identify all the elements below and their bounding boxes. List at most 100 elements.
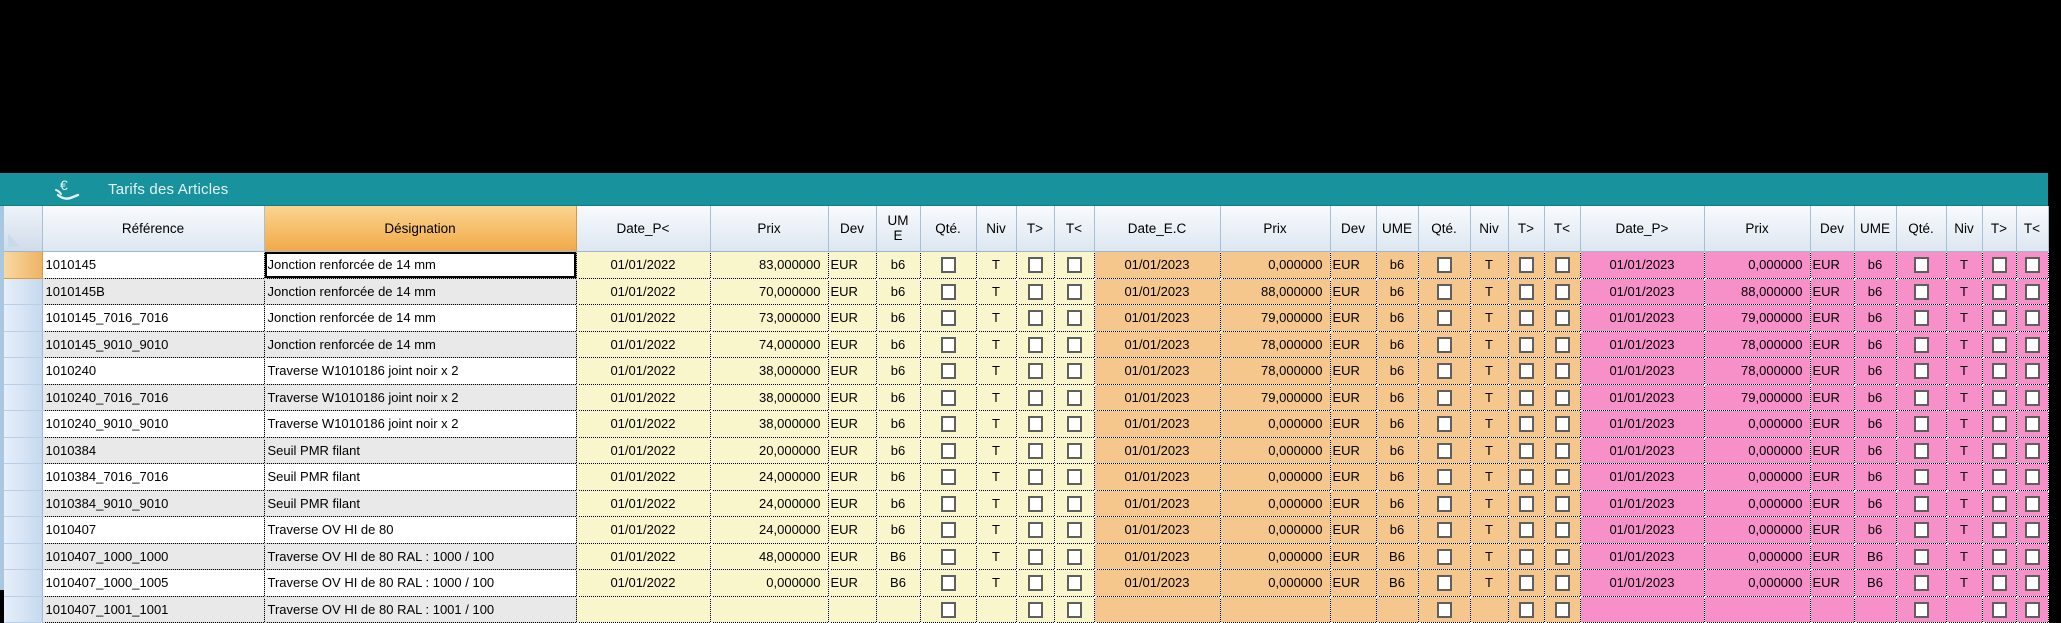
level-cell[interactable]: T <box>976 358 1016 385</box>
qty-checkbox[interactable] <box>941 602 956 618</box>
t-gt-checkbox[interactable] <box>1028 257 1043 273</box>
date-cell[interactable]: 01/01/2023 <box>1094 570 1220 597</box>
reference-cell[interactable]: 1010145 <box>42 252 264 279</box>
price-cell[interactable]: 83,000000 <box>710 252 828 279</box>
t-gt-checkbox[interactable] <box>1992 522 2007 538</box>
t-lt-checkbox[interactable] <box>2025 443 2040 459</box>
unit-cell[interactable] <box>1854 596 1896 623</box>
level-cell[interactable]: T <box>976 490 1016 517</box>
level-cell[interactable]: T <box>976 278 1016 305</box>
level-cell[interactable]: T <box>976 305 1016 332</box>
col-header-prix-3[interactable]: Prix <box>1704 206 1810 252</box>
col-header-qte-3[interactable]: Qté. <box>1896 206 1946 252</box>
t-lt-checkbox[interactable] <box>1555 496 1570 512</box>
qty-checkbox[interactable] <box>1437 257 1452 273</box>
currency-cell[interactable]: EUR <box>1810 490 1854 517</box>
col-header-t-lt-1[interactable]: T< <box>1054 206 1094 252</box>
col-header-qte-1[interactable]: Qté. <box>920 206 976 252</box>
col-header-niv-3[interactable]: Niv <box>1946 206 1982 252</box>
date-cell[interactable]: 01/01/2022 <box>576 464 710 491</box>
col-header-reference[interactable]: Référence <box>42 206 264 252</box>
t-lt-checkbox[interactable] <box>1555 443 1570 459</box>
level-cell[interactable]: T <box>976 437 1016 464</box>
date-cell[interactable]: 01/01/2023 <box>1580 570 1704 597</box>
price-cell[interactable] <box>1704 596 1810 623</box>
designation-cell[interactable]: Jonction renforcée de 14 mm <box>264 305 576 332</box>
level-cell[interactable]: T <box>1946 437 1982 464</box>
t-lt-checkbox[interactable] <box>1067 522 1082 538</box>
designation-cell[interactable]: Traverse W1010186 joint noir x 2 <box>264 358 576 385</box>
t-lt-checkbox[interactable] <box>1555 284 1570 300</box>
t-gt-checkbox[interactable] <box>1028 363 1043 379</box>
t-gt-checkbox[interactable] <box>1992 257 2007 273</box>
currency-cell[interactable]: EUR <box>1330 384 1376 411</box>
level-cell[interactable]: T <box>976 517 1016 544</box>
t-lt-checkbox[interactable] <box>2025 602 2040 618</box>
t-lt-checkbox[interactable] <box>1555 549 1570 565</box>
price-cell[interactable]: 0,000000 <box>1704 252 1810 279</box>
t-gt-checkbox[interactable] <box>1519 284 1534 300</box>
t-lt-checkbox[interactable] <box>2025 522 2040 538</box>
currency-cell[interactable]: EUR <box>1330 490 1376 517</box>
currency-cell[interactable]: EUR <box>828 517 876 544</box>
qty-checkbox[interactable] <box>1914 284 1929 300</box>
t-gt-checkbox[interactable] <box>1992 602 2007 618</box>
qty-checkbox[interactable] <box>1437 284 1452 300</box>
qty-checkbox[interactable] <box>1914 469 1929 485</box>
unit-cell[interactable]: b6 <box>1854 490 1896 517</box>
t-lt-checkbox[interactable] <box>1067 496 1082 512</box>
date-cell[interactable]: 01/01/2023 <box>1580 543 1704 570</box>
reference-cell[interactable]: 1010384_7016_7016 <box>42 464 264 491</box>
unit-cell[interactable]: b6 <box>1854 305 1896 332</box>
designation-cell[interactable]: Traverse W1010186 joint noir x 2 <box>264 411 576 438</box>
date-cell[interactable]: 01/01/2022 <box>576 305 710 332</box>
row-marker[interactable] <box>4 331 42 358</box>
date-cell[interactable]: 01/01/2022 <box>576 570 710 597</box>
level-cell[interactable]: T <box>1946 305 1982 332</box>
row-marker[interactable] <box>4 490 42 517</box>
currency-cell[interactable]: EUR <box>828 543 876 570</box>
price-cell[interactable]: 38,000000 <box>710 358 828 385</box>
col-header-dev-2[interactable]: Dev <box>1330 206 1376 252</box>
t-lt-checkbox[interactable] <box>1555 310 1570 326</box>
t-lt-checkbox[interactable] <box>1067 469 1082 485</box>
date-cell[interactable]: 01/01/2022 <box>576 331 710 358</box>
date-cell[interactable]: 01/01/2023 <box>1580 411 1704 438</box>
unit-cell[interactable]: b6 <box>1376 490 1418 517</box>
designation-cell[interactable]: Traverse OV HI de 80 RAL : 1001 / 100 <box>264 596 576 623</box>
col-header-ume-3[interactable]: UME <box>1854 206 1896 252</box>
price-cell[interactable]: 24,000000 <box>710 517 828 544</box>
col-header-dev-1[interactable]: Dev <box>828 206 876 252</box>
unit-cell[interactable]: b6 <box>1854 437 1896 464</box>
level-cell[interactable]: T <box>1470 411 1508 438</box>
currency-cell[interactable] <box>1330 596 1376 623</box>
price-cell[interactable]: 88,000000 <box>1220 278 1330 305</box>
row-marker[interactable] <box>4 517 42 544</box>
price-cell[interactable]: 79,000000 <box>1220 305 1330 332</box>
unit-cell[interactable]: b6 <box>876 411 920 438</box>
date-cell[interactable]: 01/01/2023 <box>1094 331 1220 358</box>
price-cell[interactable]: 0,000000 <box>1704 543 1810 570</box>
currency-cell[interactable] <box>1810 596 1854 623</box>
reference-cell[interactable]: 1010240 <box>42 358 264 385</box>
t-lt-checkbox[interactable] <box>2025 469 2040 485</box>
t-lt-checkbox[interactable] <box>2025 416 2040 432</box>
price-cell[interactable]: 48,000000 <box>710 543 828 570</box>
price-cell[interactable]: 0,000000 <box>1220 411 1330 438</box>
t-lt-checkbox[interactable] <box>2025 257 2040 273</box>
row-marker[interactable] <box>4 252 42 279</box>
t-lt-checkbox[interactable] <box>1555 522 1570 538</box>
t-gt-checkbox[interactable] <box>1519 310 1534 326</box>
t-gt-checkbox[interactable] <box>1992 496 2007 512</box>
t-lt-checkbox[interactable] <box>1555 390 1570 406</box>
currency-cell[interactable]: EUR <box>1810 543 1854 570</box>
t-lt-checkbox[interactable] <box>2025 549 2040 565</box>
price-cell[interactable]: 38,000000 <box>710 384 828 411</box>
unit-cell[interactable]: B6 <box>876 543 920 570</box>
date-cell[interactable]: 01/01/2023 <box>1580 437 1704 464</box>
unit-cell[interactable]: b6 <box>876 331 920 358</box>
t-lt-checkbox[interactable] <box>1067 443 1082 459</box>
t-gt-checkbox[interactable] <box>1992 443 2007 459</box>
col-header-qte-2[interactable]: Qté. <box>1418 206 1470 252</box>
date-cell[interactable]: 01/01/2022 <box>576 252 710 279</box>
